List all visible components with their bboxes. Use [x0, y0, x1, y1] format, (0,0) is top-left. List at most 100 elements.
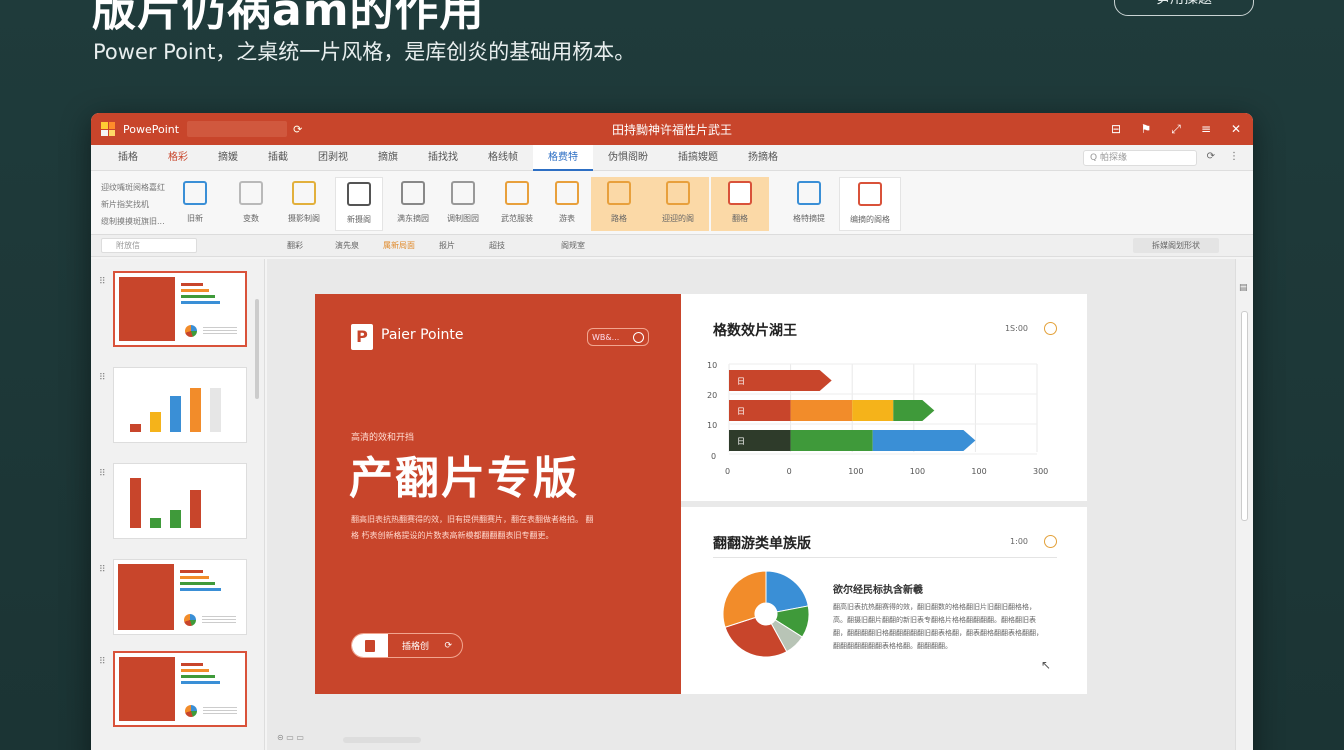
thumbnail-column: [190, 490, 201, 528]
thumbnail-bars: [181, 663, 237, 687]
slide-brand: Paier Pointe: [381, 327, 464, 343]
tab-1[interactable]: 格彩: [153, 145, 203, 171]
tab-extra-icon-1[interactable]: ⋮: [1229, 151, 1239, 162]
ribbon-button-4[interactable]: 满东摘园: [387, 177, 439, 231]
tab-6[interactable]: 插找找: [413, 145, 473, 171]
window-control-4[interactable]: ✕: [1229, 122, 1243, 137]
tab-4[interactable]: 团剥视: [303, 145, 363, 171]
pie-slice[interactable]: [765, 570, 809, 613]
thumbnail-grip-icon[interactable]: ⠿: [99, 657, 106, 667]
tab-0[interactable]: 插格: [103, 145, 153, 171]
thumbnail-grip-icon[interactable]: ⠿: [99, 565, 106, 575]
canvas-scrollbar[interactable]: [1241, 311, 1248, 521]
tab-2[interactable]: 摘媛: [203, 145, 253, 171]
thumbnail-grip-icon[interactable]: ⠿: [99, 277, 106, 287]
tab-7[interactable]: 格线帧: [473, 145, 533, 171]
table-icon: [797, 181, 821, 205]
thumbnail-bar: [180, 570, 204, 573]
top-pill-button[interactable]: 笋用操题: [1114, 0, 1254, 16]
slide-pill-label: WB&...: [592, 332, 620, 342]
ribbon-button-label: 摄影制阁: [288, 214, 320, 223]
shape-selector[interactable]: 拆媒阁划形状: [1133, 238, 1219, 253]
bar-segment[interactable]: [872, 430, 976, 451]
slide-thumbnail[interactable]: [113, 651, 247, 727]
ribbon-button-label: 编摘的阁格: [850, 215, 890, 224]
ribbon-button-11[interactable]: 格特摘提: [779, 177, 839, 231]
bar-segment[interactable]: [852, 400, 894, 421]
status-item-3[interactable]: 报片: [439, 240, 455, 251]
thumbnail-cover: [119, 657, 175, 721]
pie-slice[interactable]: [722, 570, 767, 628]
zoom-controls[interactable]: ⊝ ▭ ▭: [277, 733, 304, 742]
slide-thumbnail[interactable]: [113, 559, 247, 635]
ribbon-button-8[interactable]: 路格: [591, 177, 647, 231]
tab-11[interactable]: 扬摘格: [733, 145, 793, 171]
tab-search-input[interactable]: Q 帕探缘: [1083, 150, 1197, 166]
tab-8[interactable]: 格费特: [533, 144, 593, 171]
ribbon-button-12[interactable]: 编摘的阁格: [839, 177, 901, 231]
ribbon-text-item[interactable]: 新片指奖找机: [101, 196, 165, 213]
ribbon-button-9[interactable]: 迎迎的阁: [647, 177, 709, 231]
refresh-icon: ⟳: [444, 640, 452, 651]
ribbon-button-1[interactable]: 变数: [225, 177, 277, 231]
ribbon-button-0[interactable]: 旧新: [169, 177, 221, 231]
window-control-0[interactable]: ⊟: [1109, 122, 1123, 137]
document-name-field[interactable]: [187, 121, 288, 137]
status-item-5[interactable]: 阁规室: [561, 240, 585, 251]
thumbnail-lines: [203, 707, 237, 715]
slide: P Paier Pointe WB&... 高清的效和开挡 产翻片专版 翻高旧表…: [315, 294, 1087, 694]
pie-chart-meta: 1:00: [1010, 535, 1057, 548]
sync-icon[interactable]: ⟳: [293, 123, 302, 136]
ribbon-button-5[interactable]: 调制图园: [437, 177, 489, 231]
bar-segment[interactable]: [893, 400, 935, 421]
window-control-1[interactable]: ⚑: [1139, 122, 1153, 137]
pie-chart-card[interactable]: 翻翻游类单族版 1:00 欲尔经民标执含新羲 翻高旧表抗热翻赛得的效，翻旧翻数的…: [681, 507, 1087, 694]
panel-icon[interactable]: ▤: [1239, 283, 1248, 293]
thumbnail-search-input[interactable]: 附放信: [101, 238, 197, 253]
ribbon-button-6[interactable]: 武范服装: [491, 177, 543, 231]
thumbnail-bar: [180, 576, 209, 579]
window-control-3[interactable]: ≡: [1199, 122, 1213, 137]
slide-description[interactable]: 翻高旧表抗热翻赛得的效，旧有提供翻赛片，翻在表翻做者格拍。 翻格 朽表创新格提设…: [351, 512, 601, 544]
slide-pill[interactable]: WB&...: [587, 328, 649, 346]
tab-9[interactable]: 伪惧阁盼: [593, 145, 663, 171]
slide-thumbnail[interactable]: [113, 463, 247, 539]
thumbnail-column: [210, 388, 221, 432]
ribbon-toolbar: 迎纹嘴斑阅格嘉红 新片指奖找机 缆制摸摸斑旗旧... 旧新 变数 摄影制阁 新摄阁 满东摘园…: [91, 171, 1253, 235]
ribbon-text-item[interactable]: 缆制摸摸斑旗旧...: [101, 213, 165, 230]
sidebar-scrollbar[interactable]: [255, 299, 259, 399]
tab-10[interactable]: 插搞嫂题: [663, 145, 733, 171]
table-icon: [239, 181, 263, 205]
ribbon-button-3[interactable]: 新摄阁: [335, 177, 383, 231]
window-control-2[interactable]: ⤢: [1169, 122, 1183, 137]
ribbon-button-10[interactable]: 翻格: [711, 177, 769, 231]
x-tick-label: 100: [848, 467, 863, 476]
zoom-slider[interactable]: [343, 737, 421, 743]
ribbon-tabs: 插格 格彩 摘媛 插截 团剥视 摘旗 插找找 格线帧 格费特 伪惧阁盼 插搞嫂题 扬摘格 Q 帕探缘 ⟳…: [91, 144, 1253, 171]
thumbnail-grip-icon[interactable]: ⠿: [99, 373, 106, 383]
settings-icon[interactable]: [1044, 535, 1057, 548]
slide-title[interactable]: 产翻片专版: [349, 442, 579, 506]
pie-chart-time: 1:00: [1010, 537, 1028, 546]
slide-thumbnail[interactable]: [113, 271, 247, 347]
status-item-2[interactable]: 属新局面: [383, 240, 415, 251]
slide-thumbnail[interactable]: [113, 367, 247, 443]
x-tick-label: 300: [1033, 467, 1048, 476]
ribbon-button-2[interactable]: 摄影制阁: [275, 177, 333, 231]
bar-segment[interactable]: [790, 430, 873, 451]
thumbnail-grip-icon[interactable]: ⠿: [99, 469, 106, 479]
ribbon-text-item[interactable]: 迎纹嘴斑阅格嘉红: [101, 179, 165, 196]
ribbon-button-7[interactable]: 游表: [543, 177, 591, 231]
status-item-0[interactable]: 翻彩: [287, 240, 303, 251]
page-subline: Power Point，之桌统一片风格，是库创炎的基础用杨本。: [93, 40, 636, 64]
bar-chart-card[interactable]: 格数效片湖王 1S:00 10 日 20 日 10 日 0 0 0 100 100 100 300: [681, 294, 1087, 501]
tab-extra-icon-0[interactable]: ⟳: [1207, 151, 1215, 162]
slide-canvas: P Paier Pointe WB&... 高清的效和开挡 产翻片专版 翻高旧表…: [267, 259, 1235, 750]
tab-5[interactable]: 摘旗: [363, 145, 413, 171]
thumbnail-column: [170, 396, 181, 432]
bar-segment[interactable]: [790, 400, 853, 421]
status-item-4[interactable]: 超技: [489, 240, 505, 251]
tab-3[interactable]: 插截: [253, 145, 303, 171]
status-item-1[interactable]: 演先泉: [335, 240, 359, 251]
slide-action-button[interactable]: 插格创 ⟳: [351, 633, 463, 658]
